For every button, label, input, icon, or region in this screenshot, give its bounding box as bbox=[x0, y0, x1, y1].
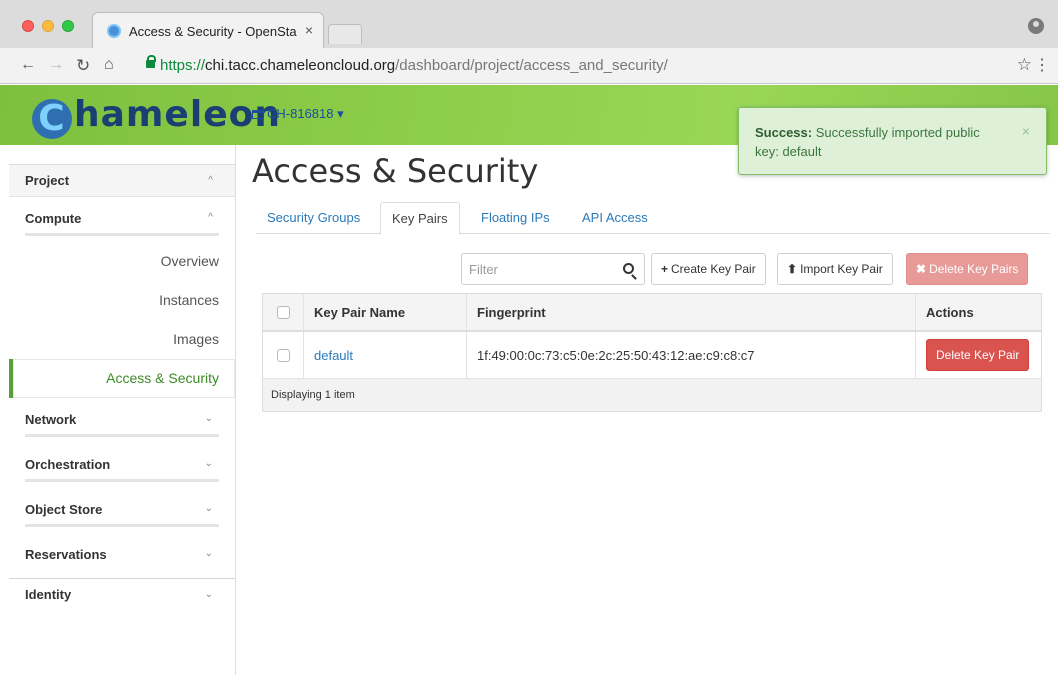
close-window-button[interactable] bbox=[22, 20, 34, 32]
address-bar: ← → ↻ ⌂ https://chi.tacc.chameleoncloud.… bbox=[0, 48, 1058, 84]
create-key-pair-label: Create Key Pair bbox=[671, 262, 756, 276]
sidebar-group-reservations[interactable]: Reservations ⌄ bbox=[9, 533, 235, 578]
logo-mark: C bbox=[32, 99, 72, 139]
browser-menu-icon[interactable]: ⋮ bbox=[1034, 55, 1050, 75]
url-host: chi.tacc.chameleoncloud.org bbox=[205, 57, 396, 74]
back-icon[interactable]: ← bbox=[20, 56, 36, 74]
chevron-down-icon: ⌄ bbox=[204, 503, 213, 514]
tab-security-groups[interactable]: Security Groups bbox=[256, 202, 371, 234]
delete-key-pair-button[interactable]: Delete Key Pair bbox=[926, 339, 1030, 371]
fingerprint-cell: 1f:49:00:0c:73:c5:0e:2c:25:50:43:12:ae:c… bbox=[467, 332, 916, 378]
sidebar-spacer bbox=[9, 145, 235, 165]
upload-icon: ⬆ bbox=[787, 262, 798, 276]
actions-cell: Delete Key Pair bbox=[916, 332, 1041, 378]
alert-strong: Success: bbox=[755, 125, 813, 140]
column-header-name[interactable]: Key Pair Name bbox=[304, 294, 467, 330]
column-header-actions: Actions bbox=[926, 304, 974, 320]
filter-input[interactable]: Filter bbox=[461, 253, 645, 285]
search-icon[interactable] bbox=[623, 263, 634, 274]
url-field[interactable]: https://chi.tacc.chameleoncloud.org/dash… bbox=[160, 52, 668, 79]
close-icon[interactable]: × bbox=[1022, 122, 1030, 141]
project-name: CH-816818 bbox=[267, 106, 334, 121]
sidebar-group-label: Object Store bbox=[25, 502, 103, 517]
sidebar-section-identity[interactable]: Identity ⌄ bbox=[9, 579, 235, 611]
chevron-down-icon: ⌄ bbox=[204, 548, 213, 559]
sidebar-group-divider bbox=[25, 233, 219, 236]
caret-down-icon: ▾ bbox=[337, 106, 344, 121]
sidebar-item-images[interactable]: Images bbox=[9, 320, 235, 359]
table-header-row: Key Pair Name Fingerprint Actions bbox=[263, 294, 1041, 332]
header-checkbox-cell bbox=[263, 294, 304, 330]
success-alert: Success: Successfully imported public ke… bbox=[738, 107, 1047, 175]
sidebar-group-compute[interactable]: Compute ^ bbox=[9, 197, 235, 242]
sidebar-item-overview[interactable]: Overview bbox=[9, 242, 235, 281]
new-tab-button[interactable] bbox=[328, 24, 362, 44]
chameleon-logo[interactable]: Chameleon bbox=[32, 94, 281, 139]
project-selector[interactable]: CH-816818 ▾ bbox=[252, 106, 344, 122]
sidebar-group-divider bbox=[25, 434, 219, 437]
browser-tab-bar: Access & Security - OpenStac × bbox=[0, 0, 1058, 48]
forward-icon[interactable]: → bbox=[48, 56, 64, 74]
close-icon: ✖ bbox=[916, 262, 927, 276]
sidebar-section-project[interactable]: Project ^ bbox=[9, 165, 235, 197]
logo-text: hameleon bbox=[74, 94, 281, 135]
delete-key-pairs-button[interactable]: ✖ Delete Key Pairs bbox=[906, 253, 1029, 285]
browser-tab-title: Access & Security - OpenStac bbox=[129, 24, 297, 39]
sidebar-group-label: Network bbox=[25, 412, 77, 427]
row-checkbox[interactable] bbox=[276, 348, 290, 362]
delete-key-pairs-label: Delete Key Pairs bbox=[929, 262, 1019, 276]
chevron-down-icon: ⌄ bbox=[204, 458, 213, 469]
key-pair-name-cell: default bbox=[304, 332, 467, 378]
browser-tab[interactable]: Access & Security - OpenStac × bbox=[92, 12, 324, 48]
column-header-fingerprint[interactable]: Fingerprint bbox=[467, 294, 916, 330]
key-pairs-table: Key Pair Name Fingerprint Actions defaul… bbox=[262, 293, 1042, 412]
sidebar-section-label: Identity bbox=[25, 587, 72, 602]
import-key-pair-label: Import Key Pair bbox=[800, 262, 883, 276]
row-checkbox-cell bbox=[263, 332, 304, 378]
chevron-down-icon: ⌄ bbox=[204, 413, 213, 424]
profile-icon[interactable] bbox=[1028, 18, 1044, 34]
filter-placeholder: Filter bbox=[469, 262, 498, 277]
home-icon[interactable]: ⌂ bbox=[104, 56, 114, 74]
bookmark-star-icon[interactable]: ☆ bbox=[1017, 55, 1032, 75]
table-footer: Displaying 1 item bbox=[263, 379, 1041, 411]
maximize-window-button[interactable] bbox=[62, 20, 74, 32]
sidebar-item-access-security[interactable]: Access & Security bbox=[9, 359, 235, 398]
chevron-up-icon: ^ bbox=[208, 175, 213, 186]
select-all-checkbox[interactable] bbox=[276, 305, 290, 319]
url-scheme: https:// bbox=[160, 57, 206, 74]
sidebar-group-orchestration[interactable]: Orchestration ⌄ bbox=[9, 443, 235, 488]
lock-icon bbox=[146, 55, 156, 68]
sidebar-group-label: Compute bbox=[25, 211, 82, 226]
reload-icon[interactable]: ↻ bbox=[76, 56, 90, 76]
sidebar-item-instances[interactable]: Instances bbox=[9, 281, 235, 320]
tab-api-access[interactable]: API Access bbox=[571, 202, 659, 234]
key-pair-name-link[interactable]: default bbox=[314, 348, 353, 363]
tab-key-pairs[interactable]: Key Pairs bbox=[380, 202, 460, 235]
url-path: /dashboard/project/access_and_security/ bbox=[395, 57, 668, 74]
project-icon bbox=[252, 110, 264, 119]
chevron-down-icon: ⌄ bbox=[204, 589, 213, 600]
sidebar-group-divider bbox=[25, 524, 219, 527]
plus-icon: + bbox=[661, 262, 669, 276]
create-key-pair-button[interactable]: + Create Key Pair bbox=[651, 253, 766, 285]
minimize-window-button[interactable] bbox=[42, 20, 54, 32]
tab-floating-ips[interactable]: Floating IPs bbox=[470, 202, 561, 234]
tab-bar: Security Groups Key Pairs Floating IPs A… bbox=[256, 202, 1050, 235]
page-title: Access & Security bbox=[252, 152, 539, 190]
sidebar-group-object-store[interactable]: Object Store ⌄ bbox=[9, 488, 235, 533]
tab-close-icon[interactable]: × bbox=[305, 22, 313, 38]
table-row: default 1f:49:00:0c:73:c5:0e:2c:25:50:43… bbox=[263, 332, 1041, 379]
favicon-icon bbox=[107, 24, 121, 38]
sidebar-section-label: Project bbox=[25, 173, 70, 188]
sidebar-group-label: Reservations bbox=[25, 547, 107, 562]
sidebar: Project ^ Compute ^ Overview Instances I… bbox=[9, 145, 236, 675]
sidebar-group-divider bbox=[25, 479, 219, 482]
import-key-pair-button[interactable]: ⬆ Import Key Pair bbox=[777, 253, 893, 285]
chevron-up-icon: ^ bbox=[208, 212, 213, 223]
sidebar-group-label: Orchestration bbox=[25, 457, 111, 472]
sidebar-group-network[interactable]: Network ⌄ bbox=[9, 398, 235, 443]
